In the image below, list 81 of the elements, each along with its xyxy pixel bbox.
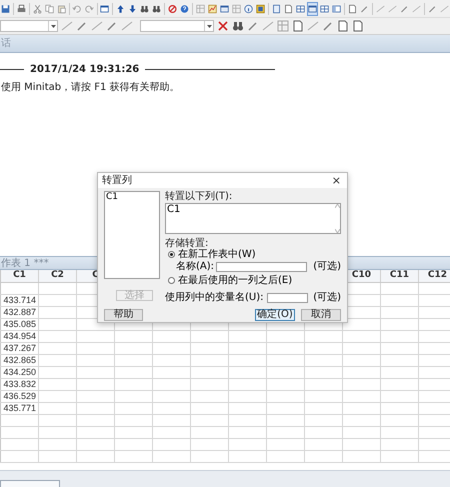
grid-icon[interactable] xyxy=(296,2,306,14)
chart-icon[interactable] xyxy=(208,2,217,14)
radio-button[interactable] xyxy=(168,277,175,284)
option-label: 在最后使用的一列之后(E) xyxy=(178,275,292,286)
optional-hint: (可选) xyxy=(313,292,341,303)
table-cell: 435.085 xyxy=(3,320,36,329)
table-cell: 434.250 xyxy=(3,368,36,377)
undo-icon[interactable] xyxy=(72,2,82,14)
down-arrow-icon[interactable] xyxy=(128,2,138,14)
page-icon[interactable] xyxy=(337,20,349,32)
name-field[interactable] xyxy=(216,262,308,272)
binoculars-icon[interactable] xyxy=(232,20,244,32)
window-icon[interactable] xyxy=(100,2,110,14)
help-button[interactable]: 帮助 xyxy=(104,309,143,321)
document-icon[interactable] xyxy=(272,2,281,14)
columns-field-value: C1 xyxy=(166,204,182,217)
dropdown[interactable] xyxy=(0,20,58,32)
close-icon[interactable] xyxy=(217,20,229,32)
printer-icon[interactable] xyxy=(16,2,26,14)
help-icon[interactable] xyxy=(180,2,190,14)
line-icon[interactable] xyxy=(121,20,133,32)
column-list[interactable]: C1 xyxy=(104,191,160,279)
session-message: 使用 Minitab，请按 F1 获得有关帮助。 xyxy=(1,80,181,95)
worksheet-icon[interactable] xyxy=(220,2,230,14)
worksheet-title: 作表 1 *** xyxy=(1,256,49,270)
copy-icon[interactable] xyxy=(44,2,54,14)
columns-field[interactable]: C1 xyxy=(165,203,341,234)
column-header[interactable]: C12 xyxy=(428,270,448,283)
line-icon[interactable] xyxy=(61,20,73,32)
name-label: 名称(A): xyxy=(176,261,214,272)
variable-names-field[interactable] xyxy=(266,292,308,302)
table-cell: 432.865 xyxy=(3,356,36,365)
pen-icon[interactable] xyxy=(106,20,118,32)
session-timestamp: 2017/1/24 19:31:26 xyxy=(30,63,140,77)
table-cell: 434.954 xyxy=(3,332,36,341)
session-title: 话 xyxy=(1,36,11,51)
scissors-icon[interactable] xyxy=(32,2,42,14)
table-cell: 435.771 xyxy=(3,404,36,413)
optional-hint: (可选) xyxy=(313,261,341,272)
page-icon[interactable] xyxy=(292,20,304,32)
grid-icon[interactable] xyxy=(320,2,330,14)
page-icon[interactable] xyxy=(284,2,294,14)
pen-icon[interactable] xyxy=(247,20,259,32)
store-label: 存储转置: xyxy=(165,238,210,249)
column-header[interactable]: C11 xyxy=(390,270,410,283)
column-header[interactable]: C10 xyxy=(352,270,372,283)
dropdown[interactable] xyxy=(140,20,214,32)
sheet-icon[interactable] xyxy=(196,2,205,14)
cancel-button[interactable]: 取消 xyxy=(301,309,341,321)
close-button[interactable]: × xyxy=(330,175,343,186)
line-icon[interactable] xyxy=(91,20,103,32)
pen-icon[interactable] xyxy=(322,20,334,32)
worksheet-icon[interactable] xyxy=(308,2,318,14)
table-cell: 433.832 xyxy=(3,380,36,389)
up-arrow-icon[interactable] xyxy=(116,2,126,14)
variable-names-label: 使用列中的变量名(U): xyxy=(165,292,264,303)
line-icon[interactable] xyxy=(262,20,274,32)
radio-button[interactable] xyxy=(168,251,175,258)
panel-icon[interactable] xyxy=(332,2,342,14)
list-item[interactable]: C1 xyxy=(106,192,158,203)
ok-button[interactable]: 确定(O) xyxy=(255,309,295,321)
column-header[interactable]: C1 xyxy=(13,270,26,283)
caret-icon xyxy=(50,24,56,28)
paste-icon[interactable] xyxy=(56,2,66,14)
table-cell: 436.529 xyxy=(3,392,36,401)
save-icon[interactable] xyxy=(1,2,10,14)
table-cell: 433.714 xyxy=(3,296,36,305)
columns-label: 转置以下列(T): xyxy=(165,191,234,202)
column-header[interactable]: C2 xyxy=(51,270,64,283)
pen-icon[interactable] xyxy=(76,20,88,32)
dialog-title: 转置列 xyxy=(102,174,132,188)
stop-icon[interactable] xyxy=(168,2,178,14)
option-label: 在新工作表中(W) xyxy=(178,249,256,260)
table-cell: 437.267 xyxy=(3,344,36,353)
page-icon[interactable] xyxy=(352,20,364,32)
redo-icon[interactable] xyxy=(84,2,94,14)
sheet-tab[interactable] xyxy=(0,480,60,487)
info-icon[interactable] xyxy=(244,2,254,14)
table-cell: 432.887 xyxy=(3,308,36,317)
page-icon[interactable] xyxy=(348,2,358,14)
caret-icon xyxy=(206,24,212,28)
